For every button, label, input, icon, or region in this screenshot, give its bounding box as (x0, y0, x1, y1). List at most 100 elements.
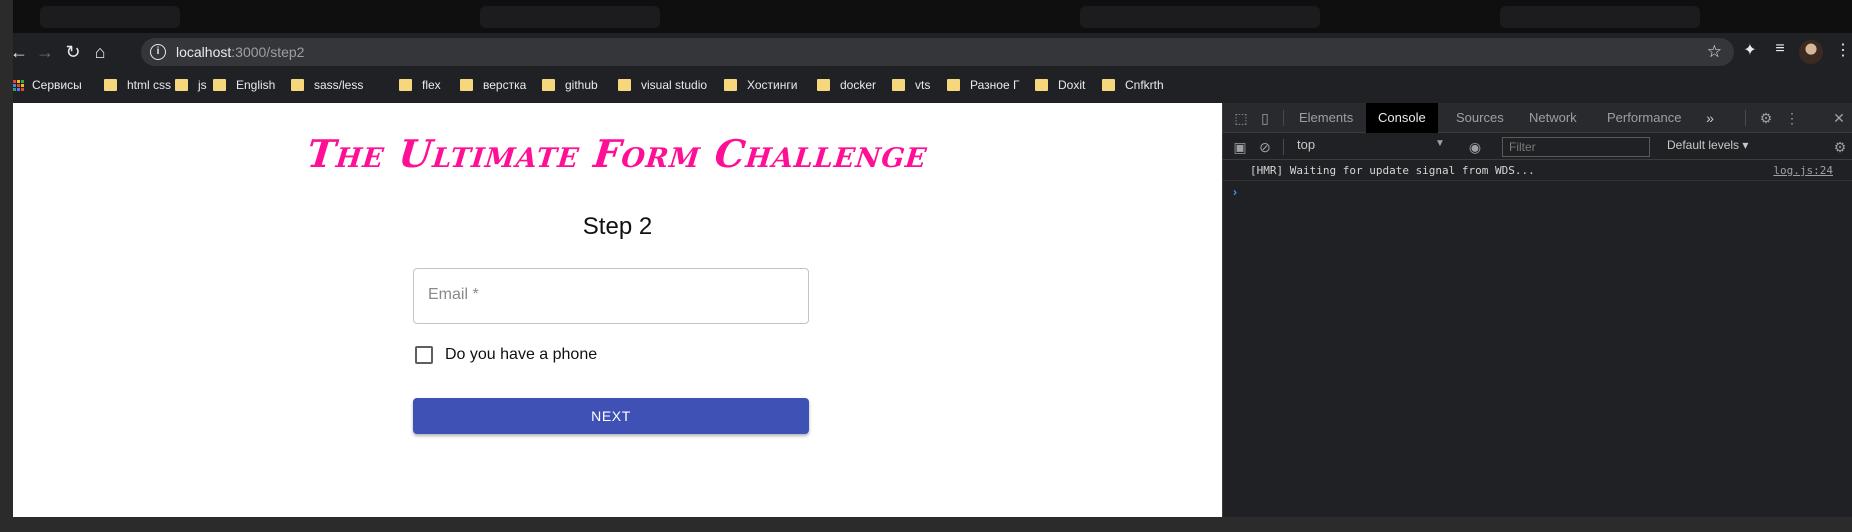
sidebar-toggle-icon[interactable]: ▣ (1231, 138, 1249, 156)
device-toolbar-icon[interactable]: ▯ (1256, 109, 1274, 127)
site-info-icon[interactable]: i (150, 44, 166, 60)
bookmark-folder[interactable]: flex (399, 75, 441, 95)
bookmark-folder[interactable]: верстка (460, 75, 526, 95)
tab-strip (0, 0, 1852, 33)
bookmark-label: html css (127, 78, 172, 92)
bookmark-label: English (236, 78, 276, 92)
console-message: [HMR] Waiting for update signal from WDS… (1223, 161, 1852, 181)
phone-checkbox[interactable] (415, 346, 433, 364)
folder-icon (817, 79, 830, 91)
tab-sources[interactable]: Sources (1444, 103, 1516, 133)
tab-console[interactable]: Console (1366, 103, 1438, 133)
folder-icon (175, 79, 188, 91)
media-control-icon[interactable]: ≡ (1768, 40, 1792, 58)
folder-icon (947, 79, 960, 91)
url-path: :3000/step2 (231, 44, 305, 60)
forward-arrow-icon[interactable]: → (33, 40, 57, 64)
bookmark-folder[interactable]: html css (104, 75, 171, 95)
bookmark-folder[interactable]: English (213, 75, 275, 95)
folder-icon (1102, 79, 1115, 91)
bookmark-services[interactable]: Сервисы (13, 75, 82, 95)
bookmark-label: sass/less (314, 78, 364, 92)
browser-toolbar: ← → ↻ ⌂ i localhost:3000/step2 ☆ ✦ ≡ ⋮ (10, 36, 1852, 68)
email-input[interactable]: Email * (413, 268, 809, 324)
page-viewport: The Ultimate Form Challenge Step 2 Email… (13, 103, 1222, 517)
tab-placeholder[interactable] (1500, 6, 1700, 28)
back-arrow-icon[interactable]: ← (7, 40, 31, 64)
bookmark-label: Хостинги (747, 78, 798, 92)
bookmark-folder[interactable]: Хостинги (724, 75, 797, 95)
tab-placeholder[interactable] (1080, 6, 1320, 28)
phone-checkbox-label[interactable]: Do you have a phone (445, 346, 597, 364)
live-expression-eye-icon[interactable]: ◉ (1466, 138, 1484, 156)
tab-elements[interactable]: Elements (1287, 103, 1365, 133)
email-label: Email * (428, 286, 479, 303)
clear-console-icon[interactable]: ⊘ (1256, 138, 1274, 156)
folder-icon (542, 79, 555, 91)
bookmark-folder[interactable]: vts (892, 75, 930, 95)
home-icon[interactable]: ⌂ (88, 40, 112, 64)
console-filter-input[interactable]: Filter (1502, 137, 1650, 157)
tab-network[interactable]: Network (1517, 103, 1589, 133)
bookmark-label: visual studio (641, 78, 708, 92)
window-bottom-edge (13, 517, 1852, 532)
context-dropdown-arrow-icon[interactable]: ▼ (1435, 138, 1445, 149)
bookmark-label: vts (915, 78, 931, 92)
folder-icon (724, 79, 737, 91)
next-button[interactable]: NEXT (413, 398, 809, 434)
close-devtools-icon[interactable]: ✕ (1830, 109, 1848, 127)
context-selector[interactable]: top (1297, 137, 1315, 152)
bookmark-label: Doxit (1058, 78, 1086, 92)
devtools-tabbar: ⬚ ▯ Elements Console Sources Network Per… (1223, 103, 1852, 133)
address-bar[interactable]: i localhost:3000/step2 ☆ (141, 38, 1734, 66)
bookmark-folder[interactable]: Разное Г (947, 75, 1019, 95)
divider (1283, 110, 1284, 126)
bookmark-folder[interactable]: sass/less (291, 75, 363, 95)
bookmark-star-icon[interactable]: ☆ (1707, 42, 1722, 62)
folder-icon (104, 79, 117, 91)
bookmark-folder[interactable]: visual studio (618, 75, 707, 95)
folder-icon (618, 79, 631, 91)
log-levels-label: Default levels (1667, 138, 1740, 152)
address-url[interactable]: localhost:3000/step2 (176, 44, 304, 60)
bookmark-folder[interactable]: js (175, 75, 207, 95)
tab-placeholder[interactable] (480, 6, 660, 28)
tab-placeholder[interactable] (40, 6, 180, 28)
url-host: localhost (176, 44, 232, 60)
bookmark-label: верстка (483, 78, 527, 92)
divider (1745, 110, 1746, 126)
reload-icon[interactable]: ↻ (61, 40, 85, 64)
phone-checkbox-row[interactable]: Do you have a phone (413, 343, 597, 367)
console-message-text: [HMR] Waiting for update signal from WDS… (1250, 164, 1535, 177)
console-toolbar: ▣ ⊘ top ▼ ◉ Filter Default levels ▾ ⚙ (1223, 134, 1852, 160)
tab-performance[interactable]: Performance (1595, 103, 1693, 133)
folder-icon (1035, 79, 1048, 91)
step-heading: Step 2 (582, 213, 653, 240)
console-message-source[interactable]: log.js:24 (1773, 164, 1833, 177)
settings-gear-icon[interactable]: ⚙ (1757, 109, 1775, 127)
folder-icon (213, 79, 226, 91)
bookmark-folder[interactable]: Doxit (1035, 75, 1085, 95)
screen: ← → ↻ ⌂ i localhost:3000/step2 ☆ ✦ ≡ ⋮ С… (0, 0, 1852, 532)
folder-icon (399, 79, 412, 91)
inspect-element-icon[interactable]: ⬚ (1232, 109, 1250, 127)
bookmark-label: js (198, 78, 207, 92)
bookmark-label: Сервисы (32, 78, 82, 92)
bookmarks-bar: Сервисы html css js English sass/less fl… (13, 71, 1852, 99)
devtools-menu-kebab-icon[interactable]: ⋮ (1783, 109, 1801, 127)
bookmark-label: docker (840, 78, 877, 92)
bookmark-folder[interactable]: docker (817, 75, 876, 95)
profile-avatar[interactable] (1799, 40, 1823, 64)
page-title: The Ultimate Form Challenge (305, 131, 930, 176)
bookmark-label: flex (422, 78, 441, 92)
console-settings-gear-icon[interactable]: ⚙ (1831, 138, 1849, 156)
bookmark-folder[interactable]: github (542, 75, 598, 95)
devtools-panel: ⬚ ▯ Elements Console Sources Network Per… (1222, 103, 1852, 517)
more-tabs-chevron-icon[interactable]: » (1701, 109, 1719, 127)
bookmark-label: github (565, 78, 598, 92)
bookmark-folder[interactable]: Cnfkrth (1102, 75, 1164, 95)
console-prompt-chevron-icon[interactable]: › (1233, 185, 1237, 199)
log-levels-dropdown[interactable]: Default levels ▾ (1667, 138, 1748, 152)
menu-kebab-icon[interactable]: ⋮ (1831, 40, 1852, 60)
extensions-puzzle-icon[interactable]: ✦ (1738, 40, 1762, 60)
